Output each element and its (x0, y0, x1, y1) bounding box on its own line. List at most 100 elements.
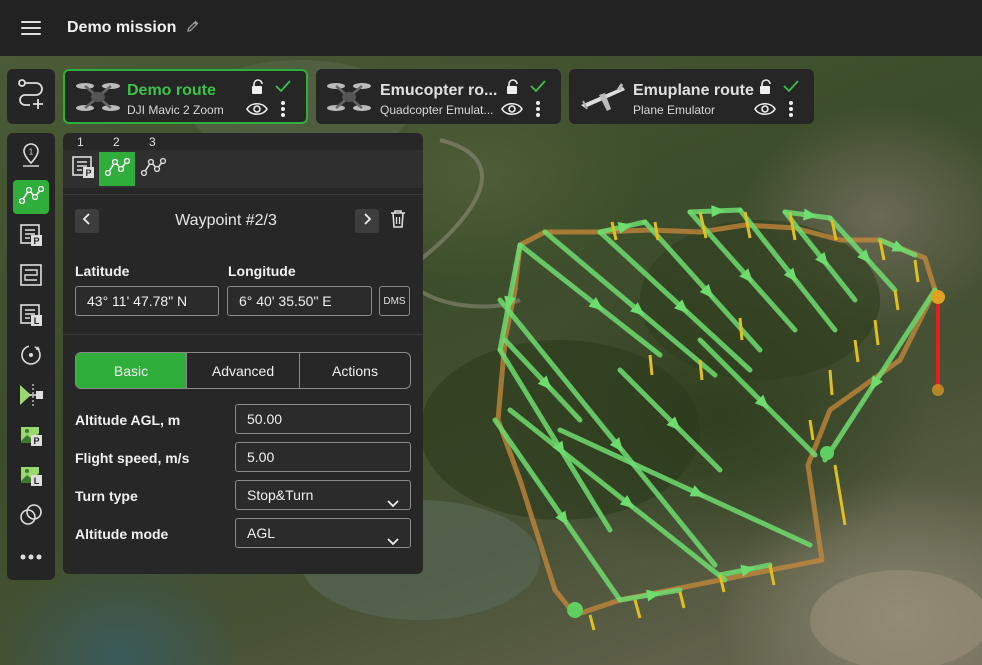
photo-landing-tool[interactable]: L (13, 460, 49, 494)
route-subtitle: Plane Emulator (633, 103, 716, 117)
pencil-icon[interactable] (186, 19, 200, 37)
tab-advanced[interactable]: Advanced (187, 353, 300, 388)
latitude-input[interactable]: 43° 11' 47.78" N (75, 286, 219, 316)
waypoint-panel: 1 2 3 P Waypoint #2/3 Latitude Longitude… (63, 133, 423, 574)
more-tools-button[interactable] (13, 540, 49, 574)
route-card-demo[interactable]: Demo route DJI Mavic 2 Zoom (63, 69, 308, 124)
segment-number: 2 (113, 135, 120, 149)
more-vertical-icon[interactable] (788, 100, 794, 123)
route-card-emucopter[interactable]: Emucopter ro... Quadcopter Emulat... (316, 69, 561, 124)
photo-landing-icon: L (18, 462, 44, 493)
waypoint-sphere (567, 602, 583, 618)
svg-text:L: L (34, 476, 40, 486)
next-waypoint-button[interactable] (355, 209, 379, 233)
svg-text:P: P (33, 236, 39, 246)
route-segment-icon (104, 156, 131, 183)
route-card-emuplane[interactable]: Emuplane route Plane Emulator (569, 69, 814, 124)
previous-waypoint-button[interactable] (75, 209, 99, 233)
route-segment-tool[interactable] (13, 180, 49, 214)
photo-parking-tool[interactable]: P (13, 420, 49, 454)
trash-icon[interactable] (389, 209, 407, 234)
divider (63, 334, 423, 335)
more-horizontal-icon (18, 548, 44, 566)
parking-waypoint-tool[interactable]: P (13, 220, 49, 254)
mission-title: Demo mission (67, 19, 177, 36)
tab-actions[interactable]: Actions (300, 353, 410, 388)
altitude-marker (698, 359, 704, 381)
parking-waypoint-icon: P (70, 154, 96, 185)
area-scan-tool[interactable] (13, 260, 49, 294)
tab-basic[interactable]: Basic (76, 353, 187, 388)
svg-text:L: L (34, 316, 40, 326)
tool-panel: 1 P L P L (7, 133, 55, 580)
unlock-icon[interactable] (758, 79, 774, 100)
circle-rotate-tool[interactable] (13, 340, 49, 374)
altitude-marker (913, 259, 920, 283)
overlap-icon (18, 502, 44, 533)
hamburger-menu-icon[interactable] (0, 0, 62, 56)
longitude-label: Longitude (228, 263, 296, 279)
circle-rotate-icon (18, 342, 44, 373)
landing-icon: L (18, 302, 44, 333)
waypoint-title: Waypoint #2/3 (175, 212, 277, 229)
eye-icon[interactable] (754, 101, 776, 122)
latitude-label: Latitude (75, 263, 130, 279)
segment-tabs: P (63, 150, 423, 188)
check-icon (274, 78, 292, 99)
altitude-marker (678, 591, 686, 609)
waypoint-sphere (820, 446, 834, 460)
route-name: Emuplane route (633, 82, 754, 99)
altitude-marker (588, 614, 596, 631)
altitude-marker (648, 354, 654, 376)
route-arrow (711, 205, 726, 218)
altitude-label: Altitude AGL, m (75, 412, 181, 428)
segment-tab-1[interactable]: P (65, 152, 101, 186)
longitude-input[interactable]: 6° 40' 35.50" E (227, 286, 372, 316)
photo-parking-icon: P (18, 422, 44, 453)
flight-speed-label: Flight speed, m/s (75, 450, 190, 466)
altitude-mode-value: AGL (247, 525, 276, 541)
camera-trigger-tool[interactable] (13, 380, 49, 414)
altitude-mode-select[interactable]: AGL (235, 518, 411, 548)
quadcopter-icon (326, 78, 372, 121)
eye-icon[interactable] (501, 101, 523, 122)
svg-text:P: P (85, 168, 91, 178)
road-line (408, 138, 521, 309)
top-bar: Demo mission (0, 0, 982, 56)
segment-tab-3[interactable] (135, 152, 171, 186)
chevron-left-icon (82, 212, 92, 231)
waypoint-marker-tool[interactable]: 1 (13, 140, 49, 174)
dms-toggle-button[interactable]: DMS (379, 286, 410, 316)
route-add-button[interactable] (7, 69, 55, 124)
more-vertical-icon[interactable] (280, 100, 286, 123)
segment-tab-2[interactable] (99, 152, 135, 186)
route-subtitle: Quadcopter Emulat... (380, 103, 494, 117)
overlap-tool[interactable] (13, 500, 49, 534)
flight-speed-input[interactable]: 5.00 (235, 442, 411, 472)
settings-tabs: Basic Advanced Actions (75, 352, 411, 389)
chevron-right-icon (362, 212, 372, 231)
waypoint-header: Waypoint #2/3 (63, 194, 423, 250)
eye-icon[interactable] (246, 101, 268, 122)
more-vertical-icon[interactable] (535, 100, 541, 123)
turn-type-label: Turn type (75, 488, 138, 504)
altitude-input[interactable]: 50.00 (235, 404, 411, 434)
route-name: Demo route (127, 82, 216, 99)
altitude-marker (893, 289, 900, 311)
altitude-marker (873, 319, 880, 346)
route-line (517, 242, 663, 358)
unlock-icon[interactable] (250, 79, 266, 100)
altitude-marker (738, 317, 744, 341)
route-card-actions (501, 77, 551, 121)
altitude-marker (828, 369, 834, 396)
route-card-actions (754, 77, 804, 121)
waypoint-marker-icon: 1 (19, 142, 43, 173)
turn-type-select[interactable]: Stop&Turn (235, 480, 411, 510)
landing-tool[interactable]: L (13, 300, 49, 334)
altitude-marker (808, 419, 815, 441)
home-point (932, 384, 944, 396)
altitude-marker (833, 464, 847, 526)
unlock-icon[interactable] (505, 79, 521, 100)
quadcopter-icon (75, 78, 121, 121)
turn-type-value: Stop&Turn (247, 487, 314, 503)
